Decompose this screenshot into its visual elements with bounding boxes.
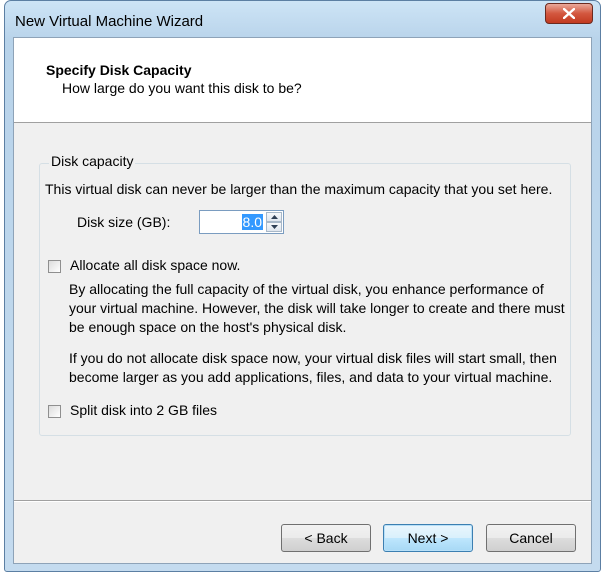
arrow-up-icon <box>270 215 278 219</box>
close-button[interactable] <box>545 3 593 24</box>
allocate-note-line: If you do not allocate disk space now, y… <box>69 350 557 366</box>
split-disk-checkbox[interactable] <box>48 405 61 418</box>
disk-size-spinbox[interactable]: 8.0 <box>199 210 284 234</box>
spin-up-button[interactable] <box>266 212 282 222</box>
title-bar[interactable]: New Virtual Machine Wizard <box>5 1 600 37</box>
allocate-info-line: your virtual machine. However, the disk … <box>69 300 565 316</box>
wizard-window: New Virtual Machine Wizard Specify Disk … <box>4 0 601 572</box>
page-subtitle: How large do you want this disk to be? <box>62 80 302 96</box>
wizard-client-area: Specify Disk Capacity How large do you w… <box>13 37 592 564</box>
next-button[interactable]: Next > <box>383 524 473 552</box>
wizard-header: Specify Disk Capacity How large do you w… <box>14 38 591 123</box>
disk-capacity-description: This virtual disk can never be larger th… <box>45 181 553 197</box>
allocate-disk-label[interactable]: Allocate all disk space now. <box>70 257 240 273</box>
disk-size-label: Disk size (GB): <box>77 214 171 230</box>
allocate-info-line: be enough space on the host's physical d… <box>69 319 347 335</box>
disk-size-spinner <box>266 212 282 232</box>
cancel-button[interactable]: Cancel <box>486 524 576 552</box>
spin-down-button[interactable] <box>266 222 282 232</box>
disk-size-value[interactable]: 8.0 <box>241 214 263 230</box>
disk-capacity-legend: Disk capacity <box>49 153 136 169</box>
window-title: New Virtual Machine Wizard <box>15 13 204 30</box>
footer-divider <box>14 500 591 502</box>
allocate-disk-checkbox[interactable] <box>48 260 61 273</box>
back-button[interactable]: < Back <box>281 524 371 552</box>
allocate-info-line: By allocating the full capacity of the v… <box>69 281 544 297</box>
arrow-down-icon <box>270 225 278 229</box>
split-disk-label[interactable]: Split disk into 2 GB files <box>70 402 217 418</box>
allocate-note-line: become larger as you add applications, f… <box>69 369 553 385</box>
page-title: Specify Disk Capacity <box>46 62 192 78</box>
close-icon <box>563 8 575 19</box>
